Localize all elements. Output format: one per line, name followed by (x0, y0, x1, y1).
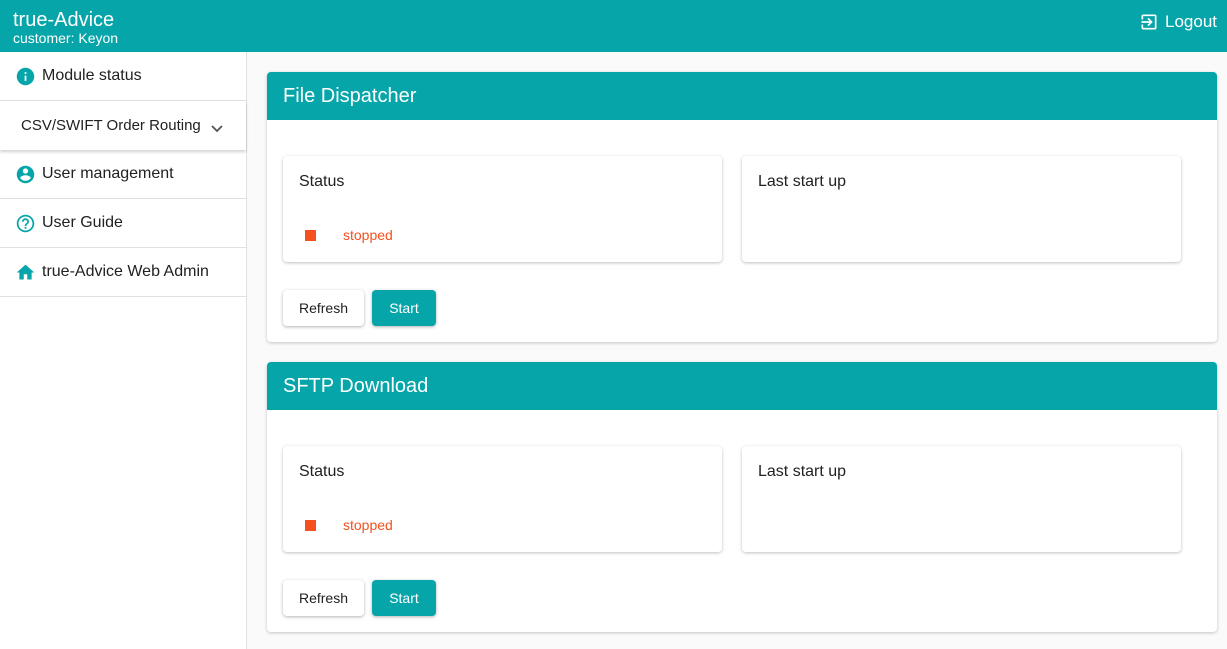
last-start-label: Last start up (758, 463, 847, 480)
last-start-card: Last start up (742, 156, 1181, 262)
logout-label: Logout (1165, 12, 1217, 31)
help-circle-icon (15, 213, 36, 234)
brand: true-Advice customer: Keyon (13, 9, 118, 45)
stopped-square-icon (305, 229, 316, 241)
status-card: Status stopped (283, 156, 722, 262)
sidebar-item-label: User Guide (42, 214, 123, 231)
last-start-card: Last start up (742, 446, 1181, 552)
panel-title: SFTP Download (267, 362, 1217, 410)
top-app-bar: true-Advice customer: Keyon Logout (0, 0, 1227, 52)
status-card: Status stopped (283, 446, 722, 552)
start-button[interactable]: Start (372, 580, 436, 616)
customer-label: customer: Keyon (13, 30, 119, 46)
sidebar-item-label: true-Advice Web Admin (42, 263, 209, 280)
logout-button[interactable]: Logout (1139, 11, 1217, 33)
app-title: true-Advice (13, 9, 115, 31)
stopped-square-icon (305, 519, 316, 531)
panel-title: File Dispatcher (267, 72, 1217, 120)
status-value: stopped (343, 227, 393, 243)
refresh-button[interactable]: Refresh (283, 580, 364, 616)
info-icon (15, 66, 36, 87)
status-row: stopped (305, 517, 393, 533)
status-label: Status (299, 173, 345, 190)
sidebar-item-csv-swift-order-routing[interactable]: CSV/SWIFT Order Routing (0, 101, 246, 150)
account-circle-icon (15, 164, 36, 185)
last-start-label: Last start up (758, 173, 847, 190)
sidebar-item-label: User management (42, 165, 174, 182)
sidebar: Module status CSV/SWIFT Order Routing Us… (0, 52, 247, 649)
start-button[interactable]: Start (372, 290, 436, 326)
refresh-button[interactable]: Refresh (283, 290, 364, 326)
status-label: Status (299, 463, 345, 480)
module-panel-sftp-download: SFTP Download Status stopped Last start … (267, 362, 1217, 632)
home-icon (15, 262, 36, 283)
sidebar-item-label: CSV/SWIFT Order Routing (21, 117, 201, 134)
status-value: stopped (343, 517, 393, 533)
logout-icon (1141, 14, 1157, 30)
sidebar-item-user-guide[interactable]: User Guide (0, 199, 246, 248)
sidebar-item-module-status[interactable]: Module status (0, 52, 246, 101)
status-row: stopped (305, 227, 393, 243)
sidebar-item-user-management[interactable]: User management (0, 150, 246, 199)
module-panel-file-dispatcher: File Dispatcher Status stopped Last star… (267, 72, 1217, 342)
sidebar-item-label: Module status (42, 67, 142, 84)
chevron-down-icon (210, 121, 224, 138)
sidebar-item-web-admin[interactable]: true-Advice Web Admin (0, 248, 246, 297)
